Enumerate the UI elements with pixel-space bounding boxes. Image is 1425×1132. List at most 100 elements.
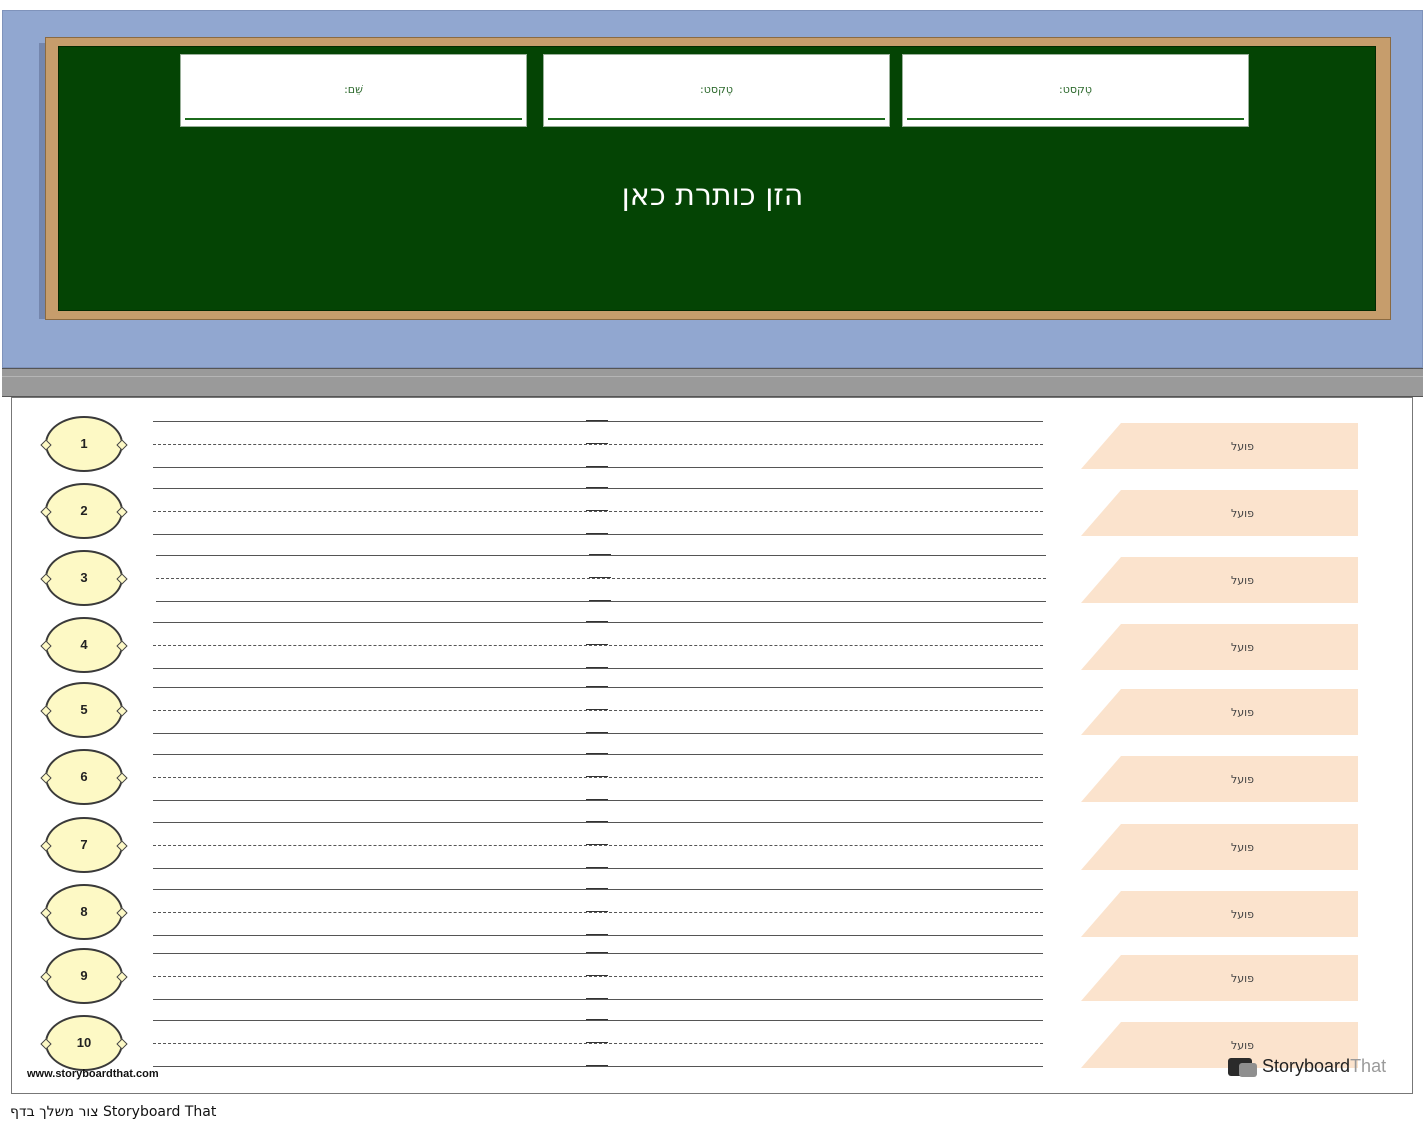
line-center-mark (586, 1042, 608, 1043)
line-center-mark (586, 888, 608, 889)
row-number-badge: 5 (40, 682, 128, 738)
writing-line-top (153, 687, 1043, 688)
line-center-mark (586, 709, 608, 710)
handwriting-lines[interactable] (153, 621, 1043, 669)
line-center-mark (586, 686, 608, 687)
writing-line-top (153, 622, 1043, 623)
row-number: 8 (80, 904, 88, 919)
writing-line-bot (156, 601, 1046, 602)
brand-name-part2: That (1350, 1056, 1387, 1076)
word-type-tag[interactable]: פועל (1081, 824, 1358, 870)
chalk-ledge-line (2, 376, 1423, 377)
line-center-mark (586, 821, 608, 822)
word-type-tag[interactable]: פועל (1081, 557, 1358, 603)
word-type-tag[interactable]: פועל (1081, 689, 1358, 735)
text-field-1-label: טֶקסט: (700, 83, 733, 96)
handwriting-lines[interactable] (153, 686, 1043, 734)
handwriting-lines[interactable] (156, 554, 1046, 602)
line-center-mark (586, 732, 608, 733)
line-center-mark (586, 644, 608, 645)
tag-label: פועל (1231, 440, 1255, 453)
writing-line-bot (153, 935, 1043, 936)
handwriting-lines[interactable] (153, 1019, 1043, 1067)
row-number-badge: 6 (40, 749, 128, 805)
writing-line-top (153, 488, 1043, 489)
page-title[interactable]: הזן כותרת כאן (0, 178, 1425, 213)
writing-line-top (156, 555, 1046, 556)
word-type-tag[interactable]: פועל (1081, 955, 1358, 1001)
line-center-mark (586, 1019, 608, 1020)
writing-line-bot (153, 668, 1043, 669)
handwriting-lines[interactable] (153, 420, 1043, 468)
writing-line-mid (153, 444, 1043, 445)
tag-label: פועל (1231, 972, 1255, 985)
handwriting-lines[interactable] (153, 487, 1043, 535)
row-number: 6 (80, 769, 88, 784)
writing-line-mid (153, 845, 1043, 846)
row-number: 9 (80, 968, 88, 983)
writing-line-top (153, 889, 1043, 890)
writing-line-top (153, 1020, 1043, 1021)
text-field-2-underline (907, 118, 1244, 120)
brand-name: StoryboardThat (1262, 1056, 1386, 1077)
chalk-ledge (2, 368, 1423, 397)
row-number: 1 (80, 436, 88, 451)
name-field[interactable]: שֵׁם: (180, 54, 527, 127)
text-field-2[interactable]: טֶקסט: (902, 54, 1249, 127)
tag-shape (1081, 824, 1358, 870)
row-number: 4 (80, 637, 88, 652)
text-field-1[interactable]: טֶקסט: (543, 54, 890, 127)
tag-label: פועל (1231, 641, 1255, 654)
row-number: 2 (80, 503, 88, 518)
line-center-mark (586, 466, 608, 467)
row-number: 3 (80, 570, 88, 585)
writing-line-top (153, 953, 1043, 954)
line-center-mark (586, 667, 608, 668)
line-center-mark (589, 577, 611, 578)
name-field-underline (185, 118, 522, 120)
line-center-mark (586, 911, 608, 912)
tag-shape (1081, 423, 1358, 469)
tag-label: פועל (1231, 908, 1255, 921)
tag-shape (1081, 689, 1358, 735)
writing-line-mid (153, 511, 1043, 512)
tag-label: פועל (1231, 773, 1255, 786)
line-center-mark (586, 867, 608, 868)
row-number-badge: 1 (40, 416, 128, 472)
writing-line-bot (153, 534, 1043, 535)
word-type-tag[interactable]: פועל (1081, 490, 1358, 536)
word-type-tag[interactable]: פועל (1081, 624, 1358, 670)
line-center-mark (586, 844, 608, 845)
line-center-mark (586, 952, 608, 953)
line-center-mark (586, 1065, 608, 1066)
word-type-tag[interactable]: פועל (1081, 891, 1358, 937)
line-center-mark (586, 998, 608, 999)
line-center-mark (586, 975, 608, 976)
handwriting-lines[interactable] (153, 753, 1043, 801)
tag-label: פועל (1231, 507, 1255, 520)
word-type-tag[interactable]: פועל (1081, 756, 1358, 802)
row-number: 10 (76, 1035, 92, 1050)
writing-line-mid (153, 710, 1043, 711)
row-number: 5 (80, 702, 88, 717)
tag-label: פועל (1231, 841, 1255, 854)
handwriting-lines[interactable] (153, 888, 1043, 936)
row-number-badge: 3 (40, 550, 128, 606)
row-number-badge: 8 (40, 884, 128, 940)
line-center-mark (586, 799, 608, 800)
tag-shape (1081, 557, 1358, 603)
handwriting-lines[interactable] (153, 952, 1043, 1000)
writing-line-mid (153, 912, 1043, 913)
line-center-mark (589, 554, 611, 555)
line-center-mark (586, 776, 608, 777)
footer-credit[interactable]: צור משלך בדף Storyboard That (10, 1104, 216, 1120)
line-center-mark (586, 533, 608, 534)
word-type-tag[interactable]: פועל (1081, 423, 1358, 469)
writing-line-bot (153, 733, 1043, 734)
line-center-mark (586, 443, 608, 444)
handwriting-lines[interactable] (153, 821, 1043, 869)
row-number-badge: 9 (40, 948, 128, 1004)
writing-line-bot (153, 868, 1043, 869)
line-center-mark (586, 510, 608, 511)
line-center-mark (586, 420, 608, 421)
